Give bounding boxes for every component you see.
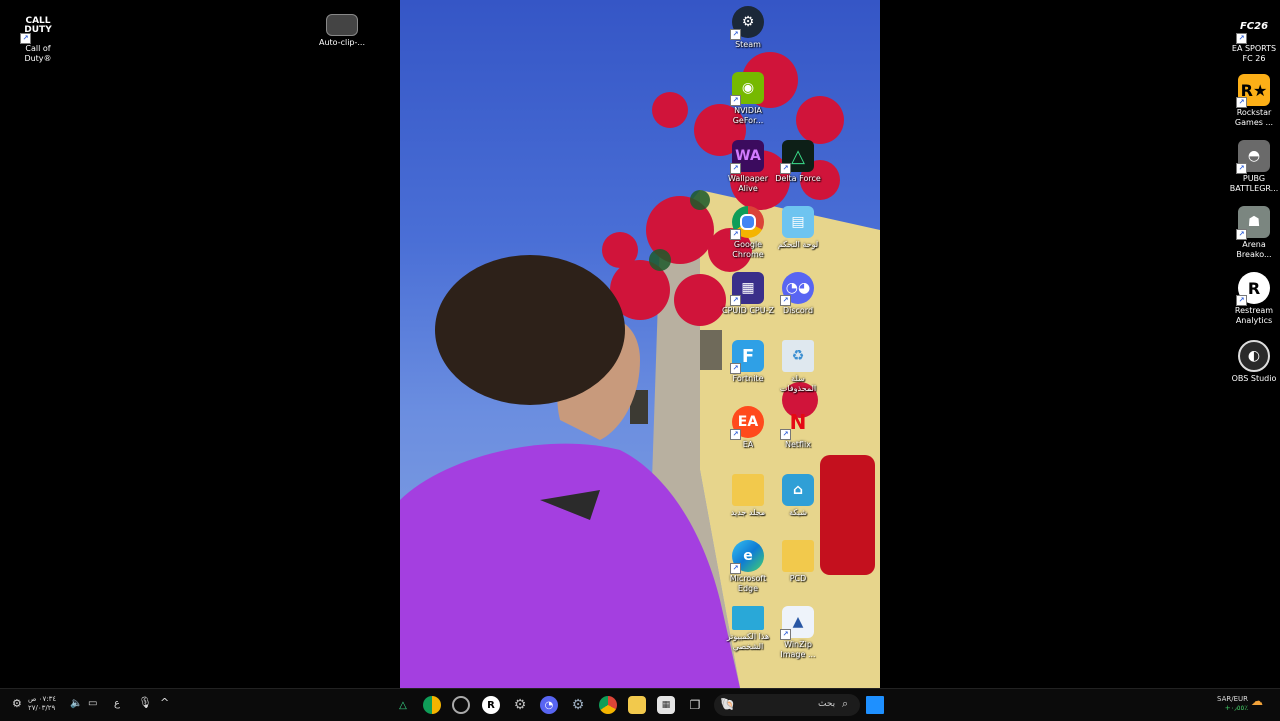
- desktop-icon-call-of-duty[interactable]: CALL DUTY ↗ Call of Duty®: [8, 10, 68, 64]
- taskbar-chrome-icon[interactable]: [599, 696, 617, 714]
- delta-force-icon: △ ↗: [780, 140, 814, 174]
- icon-label: PCD: [789, 574, 807, 583]
- desktop-icon-delta-force[interactable]: △ ↗ Delta Force: [768, 140, 828, 184]
- icon-label: EA SPORTS FC 26: [1231, 44, 1277, 63]
- edge-icon: e ↗: [730, 540, 764, 574]
- start-button-windows-icon[interactable]: [866, 696, 884, 714]
- input-language[interactable]: ع: [114, 699, 120, 709]
- desktop-icon-steam[interactable]: ⚙ ↗ Steam: [718, 6, 778, 50]
- winzip-icon: ▲ ↗: [780, 606, 814, 640]
- clock[interactable]: ٠٧:٣٤ ص ٢٧/٠٣/٢٩: [28, 695, 56, 713]
- stock-ticker[interactable]: SAR/EUR +٠٫٥٥٪: [1212, 695, 1248, 713]
- volume-icon[interactable]: 🔈: [70, 699, 82, 709]
- icon-label: Steam: [735, 40, 761, 49]
- desktop-icon-netflix[interactable]: N ↗ Netflix: [768, 406, 828, 450]
- desktop-icon-network[interactable]: ⌂ شبكة: [768, 474, 828, 518]
- icon-label: OBS Studio: [1231, 374, 1277, 383]
- rockstar-icon: R★ ↗: [1236, 74, 1270, 108]
- network-icon: ⌂: [782, 474, 814, 506]
- network-tray-icon[interactable]: ▭: [88, 699, 97, 709]
- taskbar-restream-icon[interactable]: R: [482, 696, 500, 714]
- weather-icon[interactable]: ☁: [1251, 695, 1263, 707]
- steam-icon: ⚙ ↗: [730, 6, 764, 40]
- obs-icon: ◐: [1238, 340, 1270, 372]
- recycle-bin-icon: ♻: [782, 340, 814, 372]
- ea-icon: EA ↗: [730, 406, 764, 440]
- desktop-icon-control-panel[interactable]: ▤ لوحة التحكم: [768, 206, 828, 250]
- nvidia-icon: ◉ ↗: [730, 72, 764, 106]
- desktop-icon-winzip[interactable]: ▲ ↗ WinZip Image ...: [768, 606, 828, 660]
- icon-label: لوحة التحكم: [777, 240, 819, 249]
- desktop-icon-arena-breakout[interactable]: ☗ ↗ Arena Breako...: [1224, 206, 1280, 260]
- arena-breakout-icon: ☗ ↗: [1236, 206, 1270, 240]
- desktop-icon-restream[interactable]: R ↗ Restream Analytics: [1224, 272, 1280, 326]
- icon-label: Arena Breako...: [1236, 240, 1272, 259]
- icon-label: Call of Duty®: [24, 44, 52, 63]
- taskbar-discord-icon[interactable]: ◔: [540, 696, 558, 714]
- folder-icon: [732, 474, 764, 506]
- desktop-icon-discord[interactable]: ◔◕ ↗ Discord: [768, 272, 828, 316]
- desktop-icon-nvidia[interactable]: ◉ ↗ NVIDIA GeFor...: [718, 72, 778, 126]
- desktop-icon-auto-clip[interactable]: Auto-clip-...: [312, 14, 372, 48]
- ticker-name: SAR/EUR: [1217, 695, 1248, 703]
- taskbar-settings-icon[interactable]: ⚙: [511, 696, 529, 714]
- icon-label: Discord: [782, 306, 814, 315]
- taskbar-file-explorer-icon[interactable]: [628, 696, 646, 714]
- desktop-icon-pcd-folder[interactable]: PCD: [768, 540, 828, 584]
- icon-label: Netflix: [784, 440, 812, 449]
- chevron-up-icon[interactable]: ^: [160, 697, 169, 708]
- fortnite-icon: F ↗: [730, 340, 764, 374]
- taskbar: ⚙ ٠٧:٣٤ ص ٢٧/٠٣/٢٩ 🔈 ▭ ع 🎙 ^ △ R ⚙ ◔ ⚙ ▦…: [0, 688, 1280, 721]
- wallpaper-alive-icon: WA ↗: [730, 140, 764, 174]
- icon-label: Restream Analytics: [1234, 306, 1274, 325]
- search-highlight-icon: 🐚: [720, 697, 735, 711]
- clock-time: ٠٧:٣٤ ص: [28, 695, 57, 703]
- restream-icon: R ↗: [1236, 272, 1270, 306]
- video-file-icon: [326, 14, 358, 36]
- cpuz-icon: ▦ ↗: [730, 272, 764, 306]
- clock-date: ٢٧/٠٣/٢٩: [28, 704, 56, 712]
- ea-sports-fc-icon: FC26 ↗: [1236, 10, 1270, 44]
- taskbar-delta-force-icon[interactable]: △: [394, 696, 412, 714]
- icon-label: Auto-clip-...: [318, 38, 366, 47]
- desktop-icon-pubg[interactable]: ◓ ↗ PUBG BATTLEGR...: [1224, 140, 1280, 194]
- ticker-change: +٠٫٥٥٪: [1224, 704, 1248, 712]
- icon-label: Rockstar Games ...: [1234, 108, 1274, 127]
- search-icon: ⌕: [842, 697, 849, 710]
- icon-label: WinZip Image ...: [780, 640, 816, 659]
- this-pc-icon: [732, 606, 764, 630]
- discord-icon: ◔◕ ↗: [780, 272, 814, 306]
- icon-label: شبكة: [789, 508, 807, 517]
- folder-icon: [782, 540, 814, 572]
- chrome-icon: ↗: [730, 206, 764, 240]
- search-placeholder: بحث: [818, 699, 836, 709]
- netflix-icon: N ↗: [780, 406, 814, 440]
- taskbar-chrome-canary-icon[interactable]: [423, 696, 441, 714]
- icon-label: Delta Force: [775, 174, 821, 183]
- microphone-icon[interactable]: 🎙: [138, 697, 152, 708]
- desktop-icon-obs-studio[interactable]: ◐ OBS Studio: [1224, 340, 1280, 384]
- icon-label: PUBG BATTLEGR...: [1229, 174, 1279, 193]
- taskbar-steam-icon[interactable]: ⚙: [569, 696, 587, 714]
- call-of-duty-icon: CALL DUTY ↗: [20, 10, 54, 44]
- icon-label: NVIDIA GeFor...: [732, 106, 764, 125]
- taskbar-search-box[interactable]: 🐚 بحث ⌕: [714, 694, 860, 716]
- desktop-icon-ea-sports-fc[interactable]: FC26 ↗ EA SPORTS FC 26: [1224, 10, 1280, 64]
- desktop-icon-recycle-bin[interactable]: ♻ سلة المحذوفات: [768, 340, 828, 394]
- control-panel-icon: ▤: [782, 206, 814, 238]
- settings-gear-icon[interactable]: ⚙: [12, 698, 22, 709]
- taskbar-clock-app-icon[interactable]: [452, 696, 470, 714]
- icon-label: سلة المحذوفات: [779, 374, 817, 393]
- pubg-icon: ◓ ↗: [1236, 140, 1270, 174]
- taskbar-task-view-icon[interactable]: ❐: [686, 696, 704, 714]
- taskbar-store-icon[interactable]: ▦: [657, 696, 675, 714]
- desktop-icon-rockstar[interactable]: R★ ↗ Rockstar Games ...: [1224, 74, 1280, 128]
